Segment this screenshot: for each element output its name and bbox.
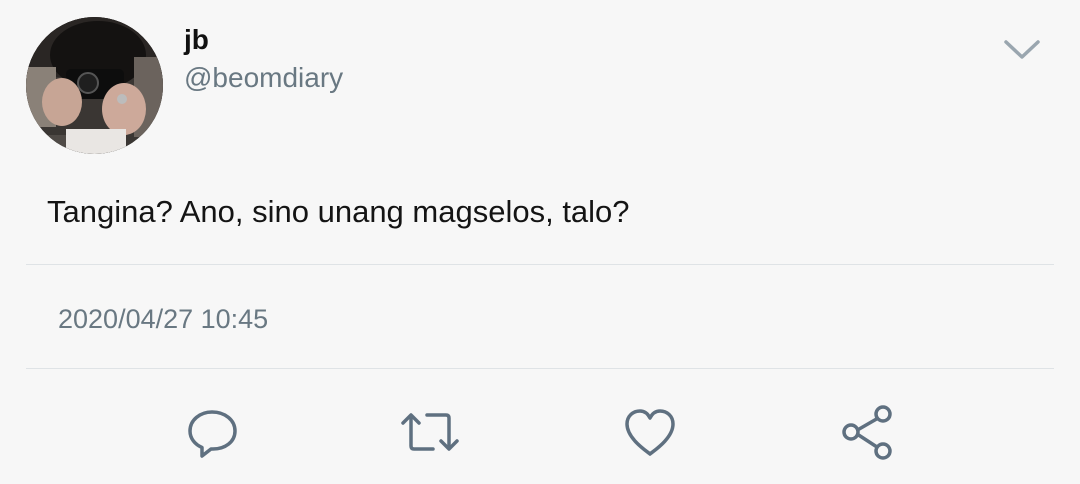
avatar[interactable] [26, 17, 163, 154]
reply-icon [188, 410, 237, 458]
reply-button[interactable] [182, 402, 242, 462]
tweet-text: Tangina? Ano, sino unang magselos, talo? [47, 194, 630, 229]
user-handle[interactable]: @beomdiary [184, 60, 343, 96]
chevron-down-icon[interactable] [998, 30, 1046, 70]
divider [26, 368, 1054, 369]
display-name[interactable]: jb [184, 22, 209, 58]
retweet-icon [401, 413, 459, 451]
tweet-card: jb @beomdiary Tangina? Ano, sino unang m… [0, 0, 1080, 484]
timestamp[interactable]: 2020/04/27 10:45 [58, 300, 268, 338]
share-button[interactable] [838, 402, 898, 462]
heart-icon [625, 409, 675, 456]
share-icon [842, 405, 892, 460]
avatar-photo [26, 17, 163, 154]
divider [26, 264, 1054, 265]
like-button[interactable] [620, 402, 680, 462]
retweet-button[interactable] [400, 402, 460, 462]
